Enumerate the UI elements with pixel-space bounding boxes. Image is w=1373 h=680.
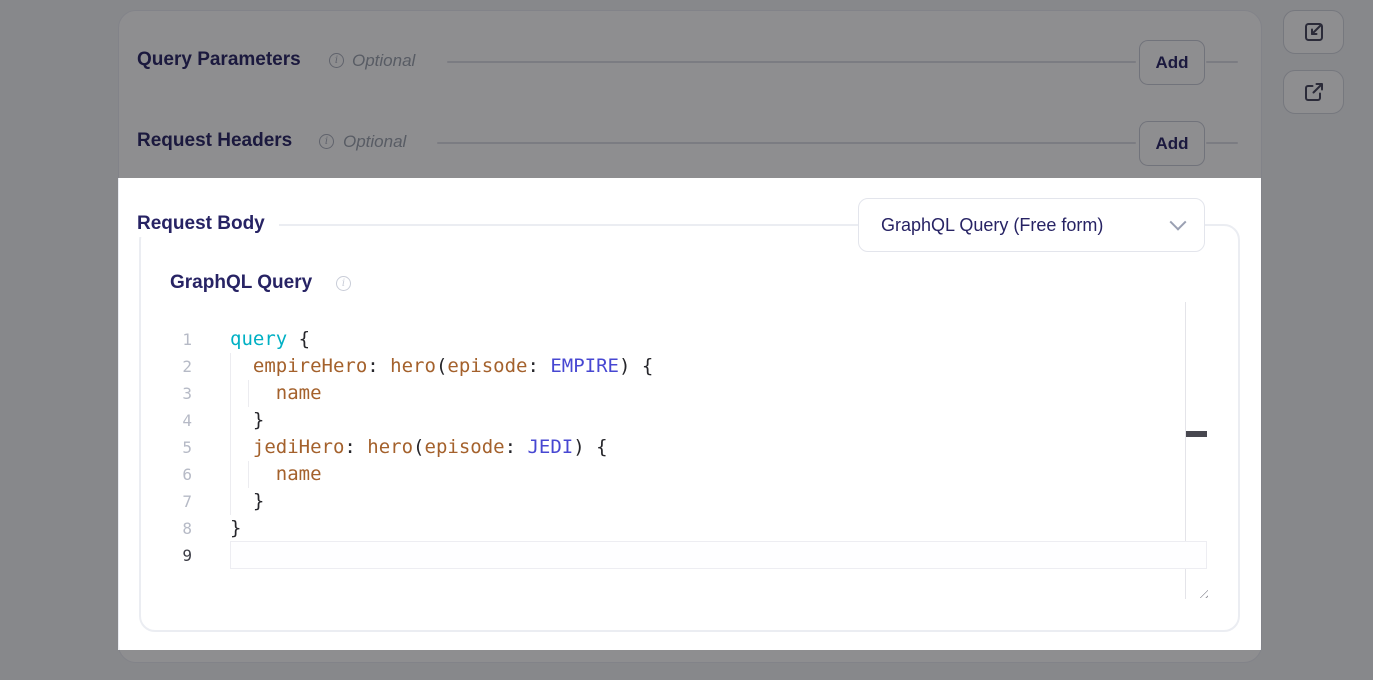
code-line[interactable]: name xyxy=(230,380,322,407)
code-line[interactable]: name xyxy=(230,461,322,488)
line-number: 1 xyxy=(150,326,192,353)
screen: Query Parameters i Optional Add Request … xyxy=(0,0,1373,680)
code-line[interactable]: jediHero: hero(episode: JEDI) { xyxy=(230,434,608,461)
code-line[interactable]: } xyxy=(230,407,264,434)
line-number: 8 xyxy=(150,515,192,542)
line-number: 3 xyxy=(150,380,192,407)
graphql-code-editor[interactable]: 1 query { 2 empireHero: hero(episode: EMPI… xyxy=(0,0,1373,680)
line-number: 5 xyxy=(150,434,192,461)
editor-scrollbar-thumb[interactable] xyxy=(1186,431,1207,437)
active-line-highlight xyxy=(230,541,1207,569)
line-number: 6 xyxy=(150,461,192,488)
code-line[interactable]: } xyxy=(230,488,264,515)
code-line[interactable]: } xyxy=(230,515,241,542)
line-number: 4 xyxy=(150,407,192,434)
line-number: 2 xyxy=(150,353,192,380)
code-line[interactable]: empireHero: hero(episode: EMPIRE) { xyxy=(230,353,653,380)
line-number: 9 xyxy=(150,542,192,569)
line-number: 7 xyxy=(150,488,192,515)
code-line[interactable]: query { xyxy=(230,326,310,353)
resize-handle-icon[interactable] xyxy=(1196,586,1208,598)
